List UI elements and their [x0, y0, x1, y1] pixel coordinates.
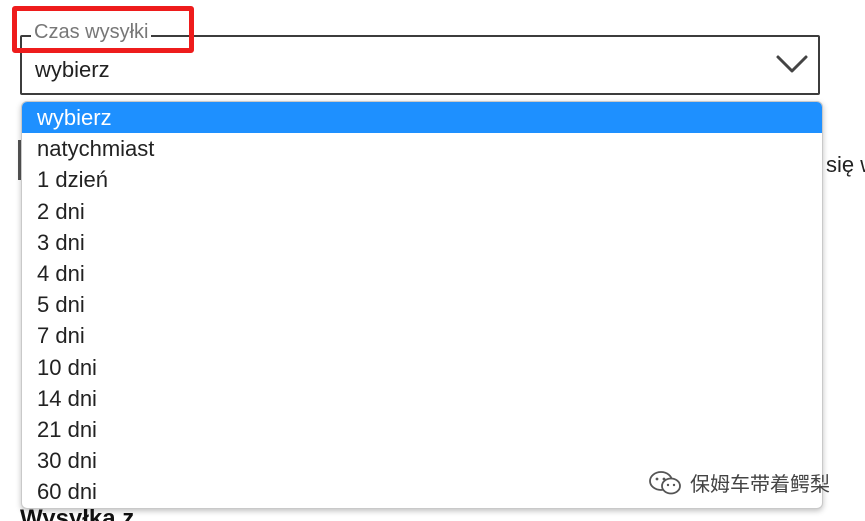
dropdown-option[interactable]: 21 dni	[22, 414, 822, 445]
dropdown-option[interactable]: 2 dni	[22, 196, 822, 227]
dropdown-option[interactable]: 5 dni	[22, 289, 822, 320]
chevron-down-icon[interactable]	[775, 50, 809, 78]
dropdown-option[interactable]: 3 dni	[22, 227, 822, 258]
dropdown-option[interactable]: natychmiast	[22, 133, 822, 164]
dropdown-option[interactable]: wybierz	[22, 102, 822, 134]
dropdown-option[interactable]: 10 dni	[22, 352, 822, 383]
field-legend: Czas wysyłki	[31, 21, 152, 43]
dropdown-option[interactable]: 7 dni	[22, 320, 822, 351]
dropdown-option[interactable]: 1 dzień	[22, 164, 822, 195]
select-current-value[interactable]: wybierz	[35, 57, 110, 83]
watermark-text: 保姆车带着鳄梨	[690, 474, 830, 496]
background-text-fragment: się w	[826, 152, 865, 177]
watermark: 保姆车带着鳄梨	[648, 468, 830, 497]
dropdown-option[interactable]: 14 dni	[22, 383, 822, 414]
dropdown-option[interactable]: 4 dni	[22, 258, 822, 289]
wechat-icon	[649, 470, 681, 494]
shipping-time-dropdown-list[interactable]: wybierz natychmiast 1 dzień 2 dni 3 dni 4 dni…	[21, 101, 823, 509]
